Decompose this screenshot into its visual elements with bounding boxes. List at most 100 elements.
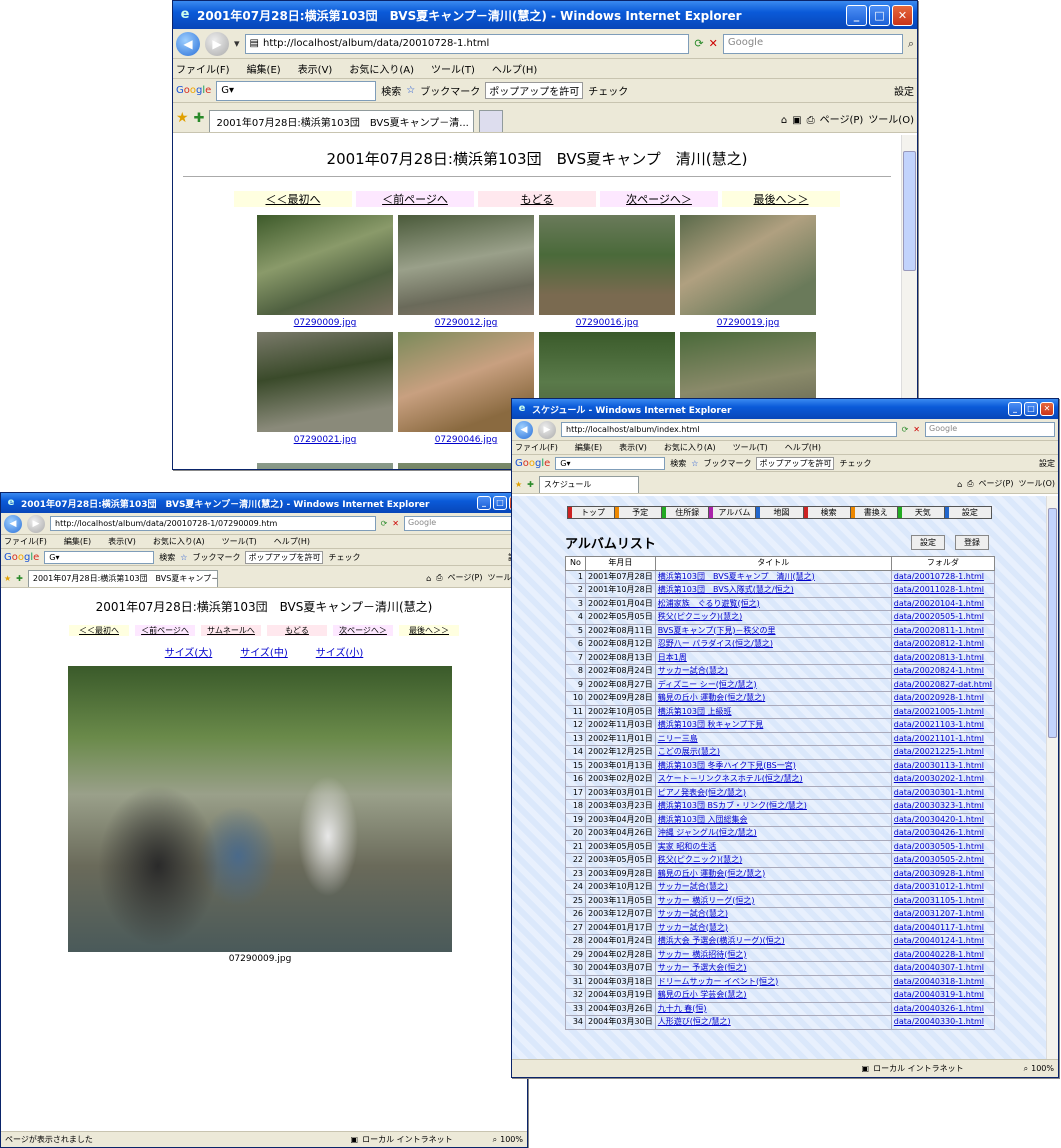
new-tab-button[interactable] bbox=[479, 110, 504, 132]
window-titlebar[interactable]: e 2001年07月28日:横浜第103団 BVS夏キャンプ－清川(慧之) - … bbox=[1, 493, 527, 513]
menu-help[interactable]: ヘルプ(H) bbox=[785, 442, 821, 453]
stop-icon[interactable]: ✕ bbox=[392, 519, 399, 528]
row-title[interactable]: 実家 昭和の生活 bbox=[654, 839, 892, 854]
row-title[interactable]: ドリームサッカー イベント(恒之) bbox=[654, 974, 892, 989]
row-title[interactable]: 日本1周 bbox=[654, 650, 892, 665]
minimize-icon[interactable]: _ bbox=[846, 4, 867, 26]
row-title[interactable]: 横浜第103団 入団総集会 bbox=[654, 812, 892, 827]
minimize-icon[interactable]: _ bbox=[1008, 402, 1022, 416]
history-dropdown-icon[interactable]: ▾ bbox=[234, 37, 240, 50]
address-bar[interactable]: http://localhost/album/index.html bbox=[561, 422, 897, 437]
row-folder[interactable]: data/20030426-1.html bbox=[890, 826, 996, 841]
close-icon[interactable]: ✕ bbox=[892, 4, 913, 26]
menu-help[interactable]: ヘルプ(H) bbox=[274, 536, 310, 547]
star-icon[interactable]: ☆ bbox=[180, 553, 187, 562]
topnav-top[interactable]: トップ bbox=[568, 507, 616, 518]
nav-back[interactable]: もどる bbox=[267, 625, 327, 636]
row-folder[interactable]: data/20030420-1.html bbox=[890, 812, 996, 827]
topnav-map[interactable]: 地図 bbox=[756, 507, 804, 518]
row-title[interactable]: 横浜第103団 冬季ハイク下見(BS一宮) bbox=[654, 758, 892, 773]
row-folder[interactable]: data/20020824-1.html bbox=[890, 664, 996, 679]
row-title[interactable]: 横浜第103団 上級班 bbox=[654, 704, 892, 719]
nav-thumbnails[interactable]: サムネールへ bbox=[201, 625, 261, 636]
refresh-icon[interactable]: ⟳ bbox=[902, 425, 909, 434]
row-title[interactable]: 鶴見の丘小 学芸会(慧之) bbox=[654, 988, 892, 1003]
row-title[interactable]: 人形遊び(恒之/慧之) bbox=[654, 1015, 892, 1030]
row-folder[interactable]: data/20021101-1.html bbox=[890, 731, 996, 746]
menu-view[interactable]: 表示(V) bbox=[298, 61, 333, 76]
bookmark-button[interactable]: ブックマーク bbox=[703, 458, 751, 469]
refresh-icon[interactable]: ⟳ bbox=[694, 37, 703, 50]
tab-active[interactable]: 2001年07月28日:横浜第103団 BVS夏キャンプ－清... bbox=[209, 110, 475, 132]
thumbnail-caption[interactable]: 07290016.jpg bbox=[539, 318, 675, 328]
tab-active[interactable]: 2001年07月28日:横浜第103団 BVS夏キャンプ－清... bbox=[27, 570, 218, 587]
row-folder[interactable]: data/20031105-1.html bbox=[890, 893, 996, 908]
settings-button[interactable]: 設定 bbox=[894, 83, 914, 98]
menu-edit[interactable]: 編集(E) bbox=[64, 536, 91, 547]
row-folder[interactable]: data/20020827-dat.html bbox=[890, 677, 996, 692]
maximize-icon[interactable]: □ bbox=[869, 4, 890, 26]
bookmark-button[interactable]: ブックマーク bbox=[192, 552, 240, 563]
row-title[interactable]: サッカー 予選大会(恒之) bbox=[654, 961, 892, 976]
google-search-button[interactable]: 検索 bbox=[670, 458, 686, 469]
row-folder[interactable]: data/20011028-1.html bbox=[890, 583, 996, 598]
back-button[interactable]: ◀ bbox=[4, 514, 22, 533]
nav-last[interactable]: 最後へ＞＞ bbox=[399, 625, 459, 636]
row-folder[interactable]: data/20040330-1.html bbox=[890, 1015, 996, 1030]
thumbnail[interactable]: 07290019.jpg bbox=[680, 215, 816, 328]
nav-prev[interactable]: ＜前ページへ bbox=[356, 191, 474, 207]
row-title[interactable]: ディズニー シー(恒之/慧之) bbox=[654, 677, 892, 692]
topnav-album[interactable]: アルバム bbox=[709, 507, 757, 518]
topnav-rewrite[interactable]: 書換え bbox=[850, 507, 898, 518]
home-icon[interactable]: ⌂ bbox=[781, 115, 787, 126]
row-folder[interactable]: data/20020812-1.html bbox=[890, 637, 996, 652]
row-folder[interactable]: data/20031012-1.html bbox=[890, 880, 996, 895]
row-folder[interactable]: data/20020505-1.html bbox=[890, 610, 996, 625]
nav-first[interactable]: ＜＜最初へ bbox=[69, 625, 129, 636]
popup-button[interactable]: ポップアップを許可 bbox=[756, 456, 835, 470]
menu-view[interactable]: 表示(V) bbox=[108, 536, 136, 547]
stop-icon[interactable]: ✕ bbox=[709, 37, 718, 50]
row-folder[interactable]: data/20030113-1.html bbox=[890, 758, 996, 773]
settings-button[interactable]: 設定 bbox=[1039, 458, 1055, 469]
thumbnail-caption[interactable]: 07290009.jpg bbox=[257, 318, 393, 328]
row-folder[interactable]: data/20030301-1.html bbox=[890, 785, 996, 800]
google-search-input[interactable]: G▾ bbox=[44, 550, 155, 564]
menu-tools[interactable]: ツール(T) bbox=[733, 442, 768, 453]
check-button[interactable]: チェック bbox=[588, 83, 628, 98]
menu-favorites[interactable]: お気に入り(A) bbox=[153, 536, 205, 547]
forward-button[interactable]: ▶ bbox=[27, 514, 45, 533]
google-search-button[interactable]: 検索 bbox=[159, 552, 175, 563]
google-search-input[interactable]: G▾ bbox=[216, 80, 377, 101]
star-icon[interactable]: ☆ bbox=[406, 85, 415, 96]
thumbnail[interactable]: 07290012.jpg bbox=[398, 215, 534, 328]
forward-button[interactable]: ▶ bbox=[538, 420, 556, 439]
search-input[interactable]: Google bbox=[925, 422, 1055, 437]
zoom-icon[interactable]: ⌕ bbox=[1024, 1064, 1028, 1074]
stop-icon[interactable]: ✕ bbox=[913, 425, 920, 434]
home-icon[interactable]: ⌂ bbox=[426, 574, 431, 583]
row-title[interactable]: 鶴見の丘小 運動会(恒之/慧之) bbox=[654, 866, 892, 881]
thumbnail[interactable]: 07290021.jpg bbox=[257, 332, 393, 445]
row-folder[interactable]: data/20030505-1.html bbox=[890, 839, 996, 854]
row-folder[interactable]: data/20030323-1.html bbox=[890, 799, 996, 814]
size-medium-link[interactable]: サイズ(中) bbox=[240, 644, 288, 659]
refresh-icon[interactable]: ⟳ bbox=[381, 519, 388, 528]
nav-next[interactable]: 次ページへ＞ bbox=[600, 191, 718, 207]
row-title[interactable]: 鶴見の丘小 運動会(恒之/慧之) bbox=[654, 691, 892, 706]
tools-menu[interactable]: ツール(O) bbox=[868, 111, 914, 126]
favorites-star-icon[interactable]: ★ bbox=[515, 480, 522, 489]
forward-button[interactable]: ▶ bbox=[205, 31, 229, 56]
row-title[interactable]: サッカー 横浜リーグ(恒之) bbox=[654, 893, 892, 908]
menu-tools[interactable]: ツール(T) bbox=[222, 536, 257, 547]
topnav-settings[interactable]: 設定 bbox=[944, 507, 991, 518]
page-menu[interactable]: ページ(P) bbox=[979, 478, 1014, 489]
row-title[interactable]: 沖縄 ジャングル(恒之/慧之) bbox=[654, 826, 892, 841]
minimize-icon[interactable]: _ bbox=[477, 496, 491, 510]
menu-file[interactable]: ファイル(F) bbox=[4, 536, 47, 547]
size-small-link[interactable]: サイズ(小) bbox=[316, 644, 364, 659]
row-folder[interactable]: data/20020104-1.html bbox=[890, 596, 996, 611]
row-title[interactable]: 秩父(ピクニック)(慧之) bbox=[654, 853, 892, 868]
feeds-icon[interactable]: ▣ bbox=[792, 115, 801, 126]
thumbnail[interactable]: 07290009.jpg bbox=[257, 215, 393, 328]
